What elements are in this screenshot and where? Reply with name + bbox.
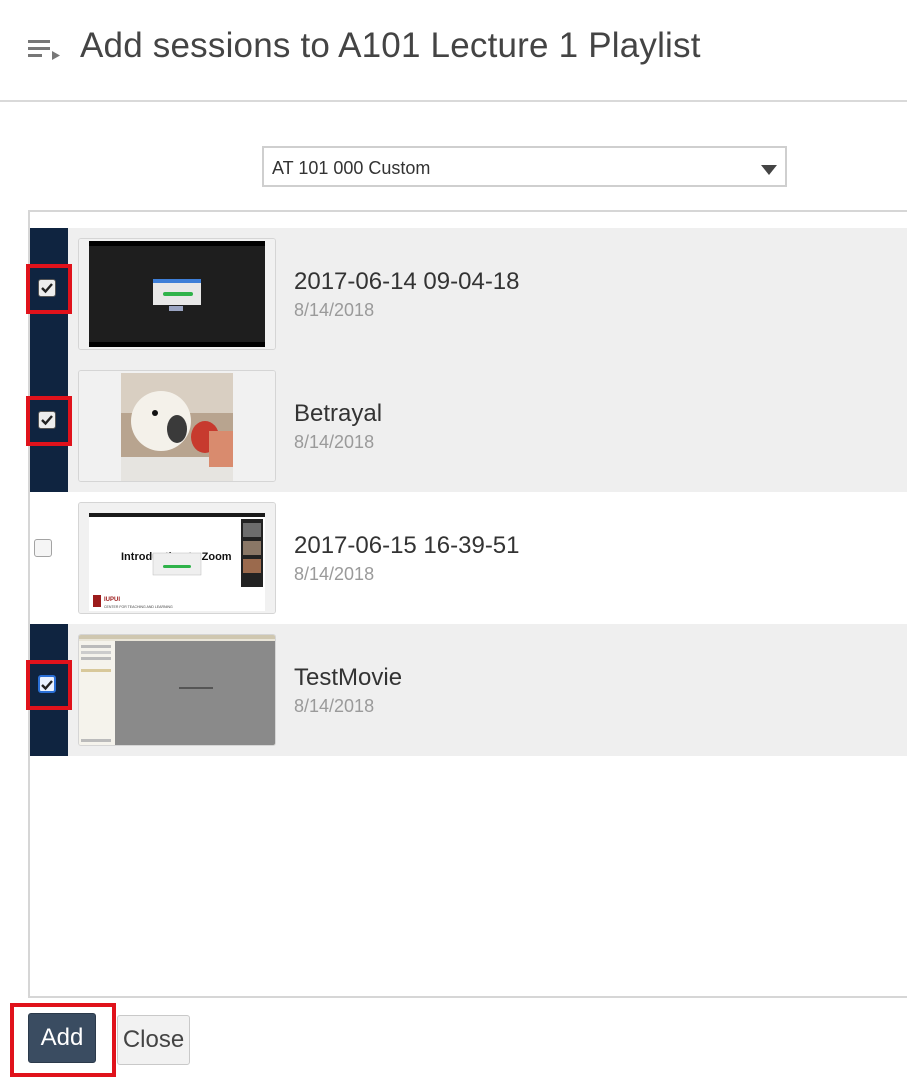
dialog-header: Add sessions to A101 Lecture 1 Playlist: [0, 0, 907, 102]
session-checkbox[interactable]: [38, 675, 56, 693]
session-row[interactable]: TestMovie 8/14/2018: [26, 624, 907, 756]
session-row[interactable]: 2017-06-14 09-04-18 8/14/2018: [26, 228, 907, 360]
caret-down-icon: [761, 162, 777, 175]
checkmark-icon: [41, 283, 53, 294]
dialog-title: Add sessions to A101 Lecture 1 Playlist: [80, 26, 701, 65]
session-date: 8/14/2018: [294, 564, 375, 584]
session-thumbnail[interactable]: Introduction to Zoom IUPUI CENTER FOR TE…: [78, 502, 276, 614]
checkbox-highlight: [26, 264, 72, 314]
session-thumbnail[interactable]: [78, 370, 276, 482]
session-checkbox[interactable]: [34, 539, 52, 557]
checkbox-highlight: [26, 396, 72, 446]
folder-select-value: AT 101 000 Custom: [272, 158, 431, 178]
session-name[interactable]: 2017-06-14 09-04-18: [294, 268, 520, 296]
playlist-add-icon: [28, 38, 62, 60]
session-checkbox[interactable]: [38, 279, 56, 297]
session-thumbnail[interactable]: [78, 238, 276, 350]
thumbnail-subtitle: CENTER FOR TEACHING AND LEARNING: [104, 605, 173, 609]
dialog-footer: Add Close: [0, 1000, 907, 1088]
checkmark-icon: [41, 680, 53, 691]
session-date: 8/14/2018: [294, 432, 375, 452]
session-row[interactable]: Betrayal 8/14/2018: [26, 360, 907, 492]
checkmark-icon: [41, 415, 53, 426]
close-button[interactable]: Close: [117, 1015, 190, 1065]
thumbnail-brand: IUPUI: [104, 597, 120, 603]
folder-select[interactable]: AT 101 000 Custom: [262, 146, 787, 187]
session-row[interactable]: Introduction to Zoom IUPUI CENTER FOR TE…: [30, 492, 907, 624]
session-thumbnail[interactable]: [78, 634, 276, 746]
checkbox-highlight: [26, 660, 72, 710]
checkbox-container: [26, 528, 72, 578]
session-date: 8/14/2018: [294, 696, 375, 716]
session-date: 8/14/2018: [294, 300, 375, 320]
session-name[interactable]: TestMovie: [294, 664, 402, 692]
add-button[interactable]: Add: [28, 1013, 96, 1063]
session-checkbox[interactable]: [38, 411, 56, 429]
session-name[interactable]: Betrayal: [294, 400, 382, 428]
session-name[interactable]: 2017-06-15 16-39-51: [294, 532, 520, 560]
